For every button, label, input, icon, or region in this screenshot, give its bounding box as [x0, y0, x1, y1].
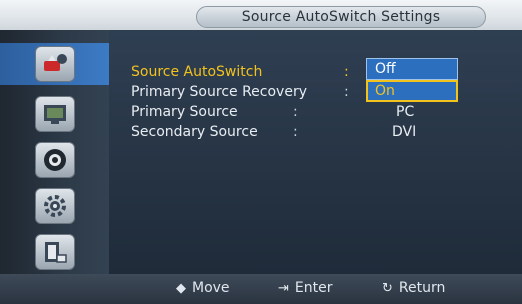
primary-source-value[interactable]: PC	[396, 104, 414, 120]
return-hint: ↻ Return	[382, 280, 445, 296]
sidebar-item-sound[interactable]	[20, 139, 90, 181]
dropdown-option-off[interactable]: Off	[366, 58, 458, 80]
input-source-icon	[34, 46, 75, 82]
menu-item-primary-source[interactable]: Primary Source	[131, 104, 238, 120]
title-bar: Source AutoSwitch Settings	[0, 0, 522, 30]
return-icon: ↻	[382, 280, 393, 296]
menu-item-secondary-source[interactable]: Secondary Source	[131, 124, 258, 140]
sidebar	[0, 30, 109, 274]
sidebar-item-input[interactable]	[0, 43, 109, 85]
move-label: Move	[192, 280, 230, 296]
footer-bar: ◆ Move ⇥ Enter ↻ Return	[0, 274, 522, 304]
return-label: Return	[398, 280, 446, 296]
updown-arrow-icon: ◆	[176, 280, 186, 296]
menu-item-primary-source-recovery[interactable]: Primary Source Recovery	[131, 84, 307, 100]
enter-hint: ⇥ Enter	[278, 280, 332, 296]
menu-item-colon: :	[344, 64, 349, 80]
enter-icon: ⇥	[278, 280, 289, 296]
move-hint: ◆ Move	[176, 280, 230, 296]
setup-icon	[35, 188, 75, 224]
page-title: Source AutoSwitch Settings	[196, 6, 486, 28]
sidebar-item-picture[interactable]	[20, 93, 90, 135]
menu-item-colon: :	[293, 104, 298, 120]
dropdown-option-on[interactable]: On	[366, 80, 458, 102]
sidebar-item-multi-control[interactable]	[20, 231, 90, 273]
sound-icon	[35, 142, 75, 178]
menu-item-colon: :	[293, 124, 298, 140]
secondary-source-value[interactable]: DVI	[392, 124, 416, 140]
menu-item-colon: :	[344, 84, 349, 100]
sidebar-item-setup[interactable]	[20, 185, 90, 227]
osd-menu: Source AutoSwitch Settings Source AutoSw…	[0, 0, 522, 304]
enter-label: Enter	[294, 280, 333, 296]
source-autoswitch-dropdown[interactable]: Off On	[366, 58, 458, 102]
multi-control-icon	[35, 234, 75, 270]
menu-item-source-autoswitch[interactable]: Source AutoSwitch	[131, 64, 262, 80]
picture-icon	[35, 96, 75, 132]
